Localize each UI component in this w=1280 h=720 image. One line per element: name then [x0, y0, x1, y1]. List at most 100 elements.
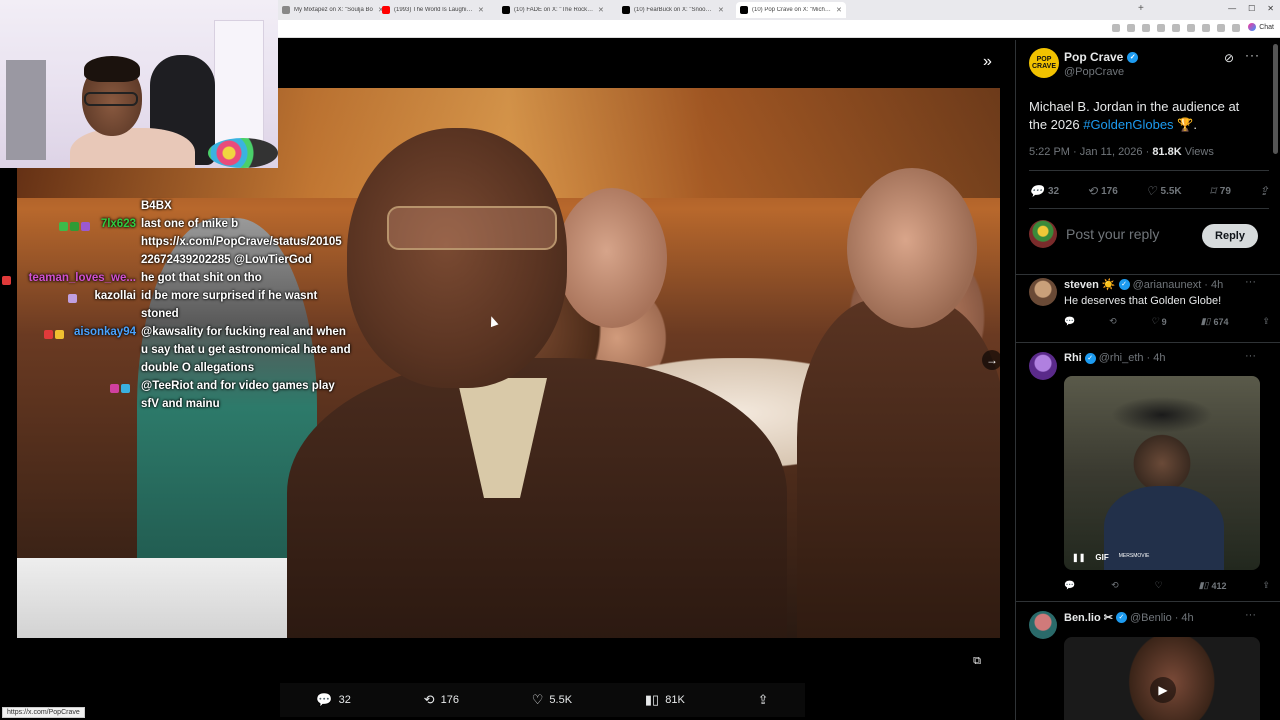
like-icon: ♡: [1150, 316, 1159, 326]
reply-author-name[interactable]: Rhi: [1064, 352, 1082, 364]
close-window-icon[interactable]: ✕: [1267, 4, 1274, 13]
chat-username[interactable]: 7lx623: [101, 218, 136, 230]
hashtag-link[interactable]: #GoldenGlobes: [1083, 117, 1173, 132]
chat-username[interactable]: kazollai: [94, 290, 136, 302]
viewer-reply-button[interactable]: 💬 32: [316, 692, 350, 708]
author-handle[interactable]: @PopCrave: [1064, 66, 1124, 78]
post-meta: 5:22 PM · Jan 11, 2026 · 81.8K Views: [1029, 146, 1214, 158]
reply-time: · 4h: [1146, 352, 1166, 364]
next-media-arrow-icon[interactable]: →: [982, 350, 1002, 370]
menu-icon[interactable]: [1232, 24, 1240, 32]
grok-icon[interactable]: ⊘: [1224, 51, 1234, 65]
views-icon: ▮▯: [1198, 580, 1209, 590]
repost-stat-button[interactable]: ⟲ 176: [1087, 184, 1118, 198]
extension-icon[interactable]: [1112, 24, 1120, 32]
profile-icon[interactable]: [1217, 24, 1225, 32]
bookmark-count: 79: [1219, 185, 1231, 197]
tab-title: (10) Pop Crave on X: "Michael B. Jo: [752, 7, 832, 13]
extension-icon[interactable]: [1202, 24, 1210, 32]
reply-input[interactable]: Post your reply: [1066, 226, 1159, 242]
collapse-sidebar-icon[interactable]: »: [983, 54, 1003, 70]
reply-video[interactable]: ▶: [1064, 637, 1260, 720]
browser-tab[interactable]: (1993) The World Is Laughing At ✕: [378, 2, 488, 18]
viewer-repost-button[interactable]: ⟲ 176: [424, 692, 459, 708]
reply-avatar[interactable]: [1029, 278, 1057, 306]
share-stat-button[interactable]: ⇪: [1259, 184, 1269, 198]
tab-close-icon[interactable]: ✕: [598, 6, 604, 14]
share-icon[interactable]: ⇪: [1262, 316, 1270, 327]
reply-post[interactable]: Ben.lio ✂ ✓ @Benlio · 4h ··· ▶: [1016, 603, 1280, 720]
chat-badge-icon: [2, 276, 12, 285]
like-icon[interactable]: ♡: [1155, 580, 1163, 591]
viewer-views-button[interactable]: ▮▯ 81K: [645, 692, 685, 708]
extension-icons: [1112, 24, 1240, 32]
expand-media-icon[interactable]: ⧉: [967, 652, 987, 670]
browser-tab[interactable]: (10) FearBuck on X: "Snoop Dogg ✕: [618, 2, 728, 18]
more-options-icon[interactable]: ···: [1245, 350, 1256, 362]
tab-close-icon[interactable]: ✕: [836, 6, 842, 14]
chat-username[interactable]: aisonkay94: [74, 326, 136, 338]
extension-icon[interactable]: [1157, 24, 1165, 32]
views-button[interactable]: ▮▯ 674: [1201, 316, 1229, 327]
play-icon[interactable]: ▶: [1150, 677, 1176, 703]
views-button[interactable]: ▮▯ 412: [1199, 580, 1227, 591]
repost-icon[interactable]: ⟲: [1109, 316, 1117, 327]
reply-icon[interactable]: 💬: [1064, 316, 1075, 327]
maximize-icon[interactable]: ☐: [1248, 4, 1255, 13]
reply-author-handle[interactable]: @Benlio: [1130, 612, 1172, 624]
chat-username[interactable]: teaman_loves_we...: [29, 272, 136, 284]
reply-author-handle[interactable]: @arianaunext: [1133, 279, 1202, 291]
post-timestamp[interactable]: 5:22 PM · Jan 11, 2026 ·: [1029, 146, 1152, 158]
extension-icon[interactable]: [1187, 24, 1195, 32]
browser-tab[interactable]: My Mixtapez on X: "Soulja Bo ✕: [278, 2, 388, 18]
pop-crave-avatar[interactable]: POP CRAVE: [1029, 48, 1059, 78]
more-options-icon[interactable]: ···: [1245, 48, 1260, 62]
reply-post[interactable]: steven ☀️ ✓ @arianaunext · 4h ··· He deserv…: [1016, 270, 1280, 343]
tab-close-icon[interactable]: ✕: [478, 6, 484, 14]
tab-close-icon[interactable]: ✕: [718, 6, 724, 14]
chat-badge-icon: [59, 222, 69, 231]
pause-icon[interactable]: ❚❚: [1072, 553, 1085, 562]
reply-avatar[interactable]: [1029, 352, 1057, 380]
new-tab-button[interactable]: +: [1138, 3, 1144, 14]
reply-button[interactable]: Reply: [1202, 224, 1258, 248]
reply-views-count: 412: [1211, 580, 1227, 591]
more-options-icon[interactable]: ···: [1245, 609, 1256, 621]
viewer-like-button[interactable]: ♡ 5.5K: [532, 692, 572, 708]
chat-message: kazollai id be more surprised if he wasnt: [0, 290, 350, 308]
like-button[interactable]: ♡ 9: [1151, 316, 1167, 327]
browser-tab[interactable]: (10) FADE on X: "The Rock lost th ✕: [498, 2, 608, 18]
sidebar-scrollbar[interactable]: [1273, 44, 1278, 154]
reply-stat-button[interactable]: 💬 32: [1029, 184, 1059, 198]
reply-avatar[interactable]: [1029, 611, 1057, 639]
reply-author-name[interactable]: Ben.lio ✂: [1064, 611, 1113, 624]
extension-icon[interactable]: [1127, 24, 1135, 32]
viewer-like-count: 5.5K: [549, 694, 573, 706]
share-icon: ⇪: [757, 692, 769, 707]
extension-icon[interactable]: [1172, 24, 1180, 32]
reply-icon: 💬: [1029, 184, 1044, 198]
user-avatar[interactable]: [1029, 220, 1057, 248]
reply-icon[interactable]: 💬: [1064, 580, 1075, 591]
chat-extension-button[interactable]: Chat: [1248, 23, 1274, 31]
star-icon[interactable]: [1142, 24, 1150, 32]
chat-badge-icon: [44, 330, 53, 339]
minimize-icon[interactable]: —: [1228, 4, 1236, 13]
bookmark-stat-button[interactable]: ⌑ 79: [1210, 184, 1231, 198]
chat-message-text: double O allegations: [141, 362, 255, 374]
chat-badge-icon: [121, 384, 130, 393]
chat-message-text: B4BX: [141, 200, 172, 212]
reply-gif[interactable]: ❚❚ GIF MERSMOVIE: [1064, 376, 1260, 570]
like-stat-button[interactable]: ♡ 5.5K: [1146, 184, 1182, 198]
like-icon: ♡: [531, 692, 544, 707]
reply-post[interactable]: Rhi ✓ @rhi_eth · 4h ··· ❚❚ GIF MERSMOVIE 💬 ⟲ …: [1016, 344, 1280, 602]
share-icon[interactable]: ⇪: [1262, 580, 1270, 591]
viewer-share-button[interactable]: ⇪: [758, 692, 769, 708]
verified-badge-icon: ✓: [1084, 352, 1096, 364]
browser-tab-active[interactable]: (10) Pop Crave on X: "Michael B. Jo ✕: [736, 2, 846, 18]
author-name-row[interactable]: Pop Crave ✓: [1064, 50, 1139, 64]
reply-author-handle[interactable]: @rhi_eth: [1099, 352, 1144, 364]
repost-icon[interactable]: ⟲: [1111, 580, 1119, 591]
reply-author-name[interactable]: steven ☀️: [1064, 278, 1116, 291]
more-options-icon[interactable]: ···: [1245, 276, 1256, 288]
